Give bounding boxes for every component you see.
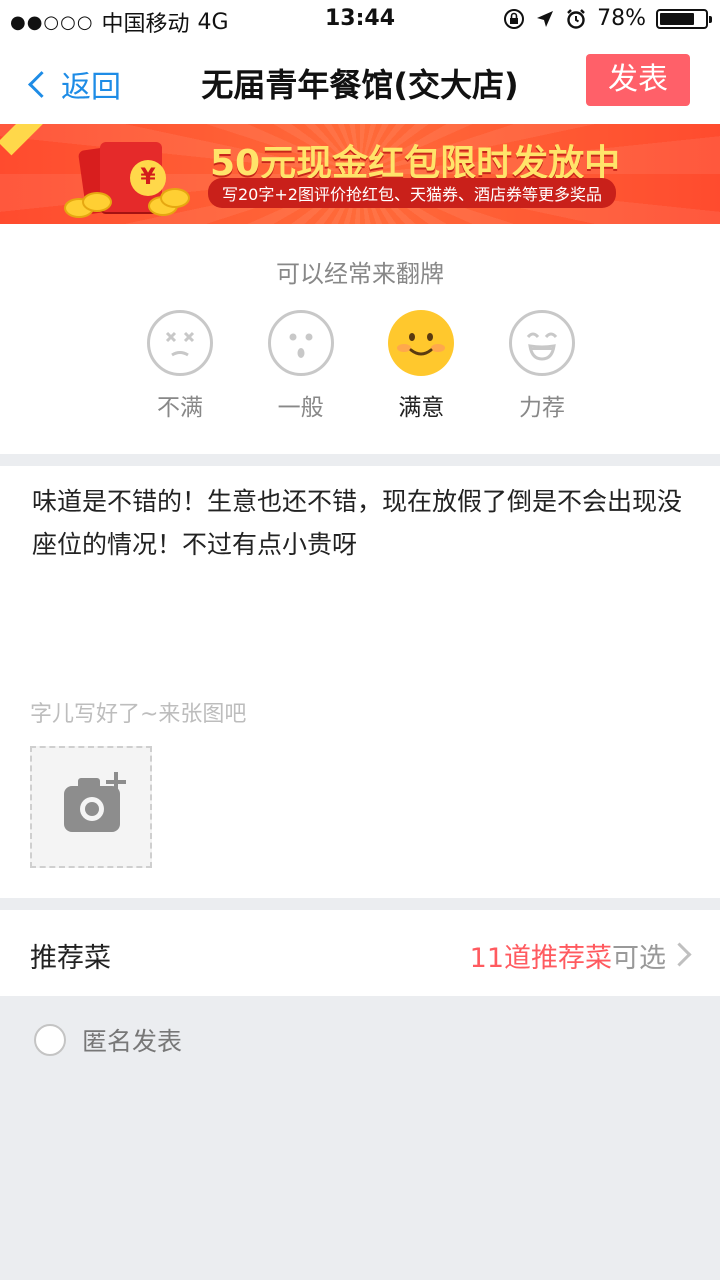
camera-top (78, 778, 100, 788)
status-bar: ●●○○○ 中国移动 4G 13:44 78% (0, 0, 720, 40)
battery-percent: 78% (597, 6, 646, 31)
satisfied-face-icon (397, 333, 446, 356)
chevron-right-icon (667, 942, 692, 967)
rating-options: 不满 一般 满意 力荐 (145, 310, 577, 422)
anonymous-label: 匿名发表 (82, 1027, 183, 1056)
back-label: 返回 (61, 70, 121, 105)
add-photo-button[interactable] (30, 746, 152, 868)
recommend-face-icon (526, 332, 558, 361)
back-button[interactable]: 返回 (26, 62, 121, 106)
review-text-input[interactable]: 味道是不错的！生意也还不错，现在放假了倒是不会出现没座位的情况！不过有点小贵呀 (32, 480, 688, 566)
alarm-icon (567, 8, 585, 29)
rating-option-satisfied[interactable]: 满意 (386, 310, 456, 422)
recommend-suffix: 可选 (612, 943, 666, 974)
plus-icon (106, 772, 126, 792)
rating-option-recommend[interactable]: 力荐 (507, 310, 577, 422)
rating-option-neutral[interactable]: 一般 (266, 310, 336, 422)
chevron-left-icon (28, 70, 55, 98)
rating-label: 一般 (277, 395, 324, 421)
rating-section: 可以经常来翻牌 不满 一般 满意 力荐 (0, 224, 720, 454)
anonymous-toggle[interactable]: 匿名发表 (34, 1022, 182, 1058)
battery-fill (660, 12, 694, 25)
photo-hint: 字儿写好了~来张图吧 (30, 702, 247, 727)
dissatisfied-face-icon (165, 331, 195, 357)
rating-hint: 可以经常来翻牌 (276, 260, 444, 288)
neutral-face-icon (289, 333, 313, 358)
recommend-label: 推荐菜 (30, 943, 111, 974)
anonymous-radio[interactable] (34, 1024, 66, 1056)
rating-label: 满意 (398, 395, 445, 421)
battery-icon (656, 8, 712, 29)
camera-icon (64, 778, 120, 832)
camera-lens-inner (85, 802, 99, 816)
gold-coins-icon (64, 188, 190, 218)
recommend-value: 11道推荐菜可选 (470, 936, 666, 975)
recommend-dishes-row[interactable]: 推荐菜 11道推荐菜可选 (0, 910, 720, 996)
recommend-count: 11道推荐菜 (469, 943, 612, 974)
publish-button[interactable]: 发表 (586, 54, 690, 106)
rating-label: 力荐 (518, 395, 565, 421)
rotation-lock-icon (504, 8, 525, 29)
rating-label: 不满 (157, 395, 203, 421)
navigation-bar: 返回 无届青年餐馆(交大店) 发表 (0, 40, 720, 124)
status-right: 78% (503, 6, 712, 31)
location-arrow-icon (537, 10, 554, 27)
rating-option-dissatisfied[interactable]: 不满 (145, 310, 215, 422)
banner-subtitle: 写20字+2图评价抢红包、天猫券、酒店券等更多奖品 (208, 178, 616, 208)
promo-banner[interactable]: 7.20-7.26 ¥ 50元现金红包限时发放中 写20字+2图评价抢红包、天猫… (0, 124, 720, 224)
review-editor[interactable]: 味道是不错的！生意也还不错，现在放假了倒是不会出现没座位的情况！不过有点小贵呀 … (0, 466, 720, 898)
